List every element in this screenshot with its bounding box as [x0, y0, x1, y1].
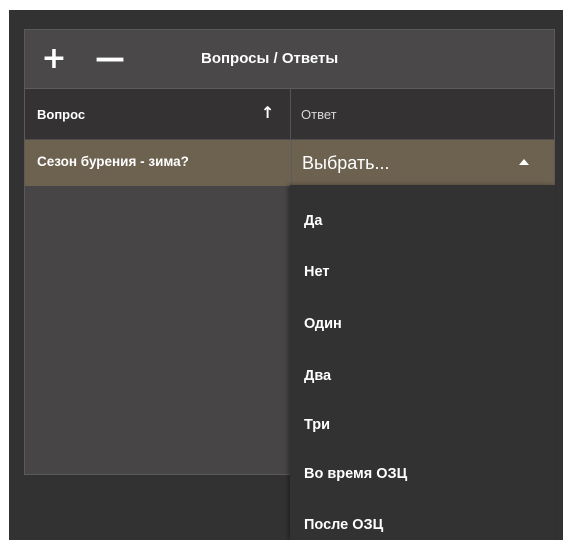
remove-button[interactable]: —	[95, 44, 125, 74]
answer-dropdown-menu: Да Нет Один Два Три Во время ОЗЦ После О…	[290, 185, 555, 540]
column-header-answer[interactable]: Ответ	[301, 107, 337, 122]
panel-toolbar: + — Вопросы / Ответы	[25, 30, 554, 89]
dropdown-option-da[interactable]: Да	[290, 197, 555, 247]
table-row[interactable]: Сезон бурения - зима? Выбрать...	[25, 140, 555, 186]
answer-select[interactable]: Выбрать...	[291, 140, 555, 186]
dropdown-option-tri[interactable]: Три	[290, 401, 555, 451]
dropdown-option-label: Нет	[304, 264, 330, 280]
dropdown-option-dva[interactable]: Два	[290, 352, 555, 402]
answer-select-value: Выбрать...	[302, 153, 390, 173]
dropdown-option-label: Три	[304, 417, 331, 433]
dropdown-option-after-ozc[interactable]: После ОЗЦ	[290, 501, 555, 540]
dropdown-option-label: Во время ОЗЦ	[304, 466, 408, 482]
question-cell: Сезон бурения - зима?	[37, 154, 189, 169]
dropdown-option-label: Два	[304, 368, 332, 384]
dropdown-option-during-ozc[interactable]: Во время ОЗЦ	[290, 450, 555, 500]
table-header: Вопрос ↑ Ответ	[25, 89, 554, 140]
dropdown-option-label: Один	[304, 316, 342, 332]
dropdown-option-label: После ОЗЦ	[304, 517, 384, 533]
plus-icon: +	[41, 41, 67, 76]
panel-title: Вопросы / Ответы	[201, 50, 339, 67]
dropdown-option-odin[interactable]: Один	[290, 300, 555, 350]
column-header-question[interactable]: Вопрос ↑	[25, 89, 291, 139]
column-header-question-label: Вопрос	[37, 107, 86, 122]
caret-up-icon[interactable]	[519, 159, 529, 165]
minus-icon: —	[95, 41, 125, 76]
add-button[interactable]: +	[39, 44, 69, 74]
dropdown-option-label: Да	[304, 213, 323, 229]
arrow-up-icon[interactable]: ↑	[261, 103, 274, 122]
dropdown-option-net[interactable]: Нет	[290, 248, 555, 298]
